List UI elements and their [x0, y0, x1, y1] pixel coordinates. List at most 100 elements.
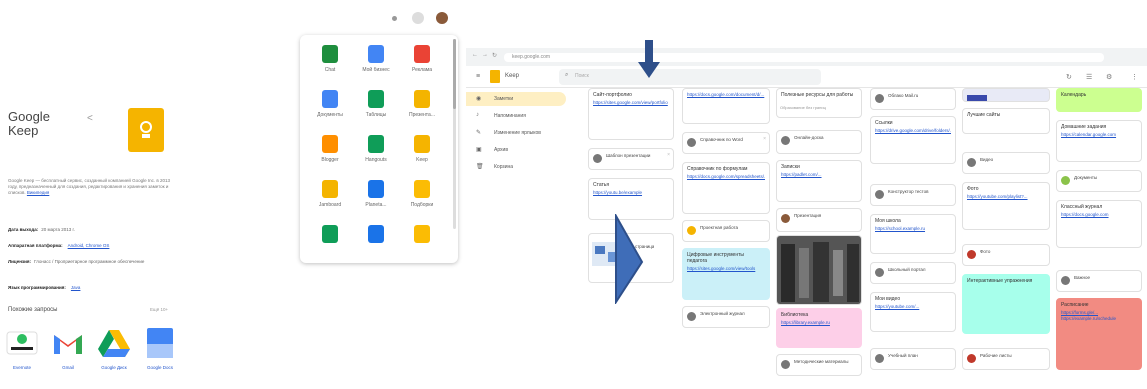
close-icon[interactable]: × — [667, 152, 670, 158]
address-bar[interactable]: keep.google.com — [504, 53, 1104, 62]
related-docs[interactable]: Google Docs — [142, 326, 178, 370]
app-chat[interactable]: Chat — [308, 45, 352, 73]
note-card[interactable]: Рабочие листы — [962, 348, 1050, 370]
search-icon: ⌕ — [565, 72, 569, 78]
search-input[interactable]: ⌕ Поиск — [559, 69, 821, 85]
image-thumb-icon — [781, 214, 790, 223]
app-docs[interactable]: Документы — [308, 90, 352, 118]
settings-icon[interactable] — [392, 16, 397, 21]
note-card[interactable]: Методические материалы — [776, 354, 862, 376]
fact-platform: Аппаратная платформа: Android, Chrome OS — [8, 243, 110, 248]
note-card[interactable]: Лучшие сайты — [962, 108, 1050, 134]
note-card[interactable]: Онлайн-доска — [776, 130, 862, 154]
account-apps-icon[interactable]: ⋮ — [1131, 73, 1138, 81]
app-blogger[interactable]: Blogger — [308, 135, 352, 163]
app-sheets[interactable]: Таблицы — [354, 90, 398, 118]
image-thumb-icon — [1061, 176, 1070, 185]
app-label: Документы — [317, 112, 343, 118]
app-my-business[interactable]: Мой бизнес — [354, 45, 398, 73]
note-card[interactable]: Календарь — [1056, 88, 1142, 112]
menu-icon[interactable]: ≡ — [476, 73, 480, 80]
reload-icon[interactable]: ↻ — [492, 52, 497, 59]
note-card[interactable]: Конструктор тестов — [870, 184, 956, 206]
sidebar-item-notes[interactable]: ◉ Заметки — [466, 92, 566, 106]
app-ads[interactable]: Реклама — [400, 45, 444, 73]
link-icon — [875, 190, 884, 199]
note-card[interactable]: Фото — [962, 244, 1050, 266]
list-view-icon[interactable]: ☰ — [1086, 73, 1092, 81]
note-card[interactable]: Расписание https://forms.gle/... https://e… — [1056, 298, 1142, 370]
note-card[interactable]: Проектная работа — [682, 220, 770, 242]
note-card[interactable]: Облако Mail.ru — [870, 88, 956, 110]
note-card[interactable]: Справочник по Word × — [682, 132, 770, 154]
forward-icon[interactable]: → — [482, 52, 488, 58]
avatar[interactable] — [436, 12, 448, 24]
note-card[interactable]: Моя школа https://school.example.ru — [870, 214, 956, 254]
related-evernote[interactable]: Evernote — [4, 326, 40, 370]
app-hangouts[interactable]: Hangouts — [354, 135, 398, 163]
note-card[interactable]: Школьный портал — [870, 262, 956, 284]
sidebar-item-trash[interactable]: 🗑 Корзина — [466, 160, 566, 174]
app-jamboard[interactable]: Jamboard — [308, 180, 352, 208]
link-icon — [781, 136, 790, 145]
sidebar-item-archive[interactable]: ▣ Архив — [466, 143, 566, 157]
note-card[interactable]: Шаблон презентации × — [588, 148, 674, 170]
related-heading: Похожие запросы — [8, 307, 58, 313]
sidebar-item-edit-labels[interactable]: ✎ Изменение ярлыков — [466, 126, 566, 140]
app-contacts[interactable] — [354, 225, 398, 247]
doc-icon — [687, 226, 696, 235]
hangouts-icon — [368, 135, 384, 153]
note-card[interactable]: Документы — [1056, 170, 1142, 192]
share-icon[interactable]: < — [87, 113, 93, 124]
app-keep[interactable]: Keep — [400, 135, 444, 163]
related-drive[interactable]: Google Диск — [96, 326, 132, 370]
screenshot-collage: Google Keep < Google Keep — бесплатный с… — [0, 0, 1147, 389]
link-icon — [967, 158, 976, 167]
note-card[interactable]: Справочник по формулам https://docs.googl… — [682, 162, 770, 214]
earth-icon — [368, 180, 384, 198]
app-earth[interactable]: Planeta... — [354, 180, 398, 208]
app-slides[interactable]: Презента... — [400, 90, 444, 118]
address-url: keep.google.com — [512, 54, 551, 60]
evernote-icon — [6, 331, 38, 355]
related-gmail[interactable]: Gmail — [50, 326, 86, 370]
note-card[interactable]: Ссылки https://drive.google.com/drive/fol… — [870, 116, 956, 164]
note-card[interactable]: Домашние задания https://calendar.google.… — [1056, 120, 1142, 162]
note-card[interactable]: Учебный план — [870, 348, 956, 370]
app-sites[interactable] — [308, 225, 352, 247]
app-drive[interactable] — [400, 225, 444, 247]
note-card[interactable] — [962, 88, 1050, 102]
note-card[interactable] — [776, 235, 862, 305]
note-card[interactable]: Цифровые инструменты педагога https://sit… — [682, 248, 770, 300]
note-card[interactable]: Библиотека https://library.example.ru — [776, 308, 862, 348]
app-name: Keep — [505, 73, 520, 79]
apps-grid-icon[interactable] — [412, 12, 424, 24]
close-icon[interactable]: × — [763, 136, 766, 142]
note-card[interactable]: https://docs.google.com/document/d/... — [682, 88, 770, 124]
note-card[interactable]: Фото https://youtube.com/playlist?... — [962, 182, 1050, 230]
annotation-arrow-right — [615, 214, 644, 304]
app-collections[interactable]: Подборки — [400, 180, 444, 208]
note-card[interactable]: Важное — [1056, 270, 1142, 292]
note-card[interactable]: Записки https://padlet.com/... — [776, 160, 862, 202]
note-card[interactable]: Классный журнал https://docs.google.com — [1056, 200, 1142, 248]
note-card[interactable]: Видео — [962, 152, 1050, 174]
launcher-scroll-thumb[interactable] — [453, 39, 456, 109]
note-card[interactable]: Электронный журнал — [682, 306, 770, 328]
collections-icon — [414, 180, 430, 198]
note-card[interactable]: Мои видео https://youtube.com/... — [870, 292, 956, 332]
image-thumb-icon — [967, 354, 976, 363]
back-icon[interactable]: ← — [472, 52, 478, 58]
note-card[interactable]: Презентация — [776, 208, 862, 232]
refresh-icon[interactable]: ↻ — [1066, 73, 1072, 81]
sidebar-item-reminders[interactable]: ♪ Напоминания — [466, 109, 566, 123]
related-more-link[interactable]: Ещё 10+ — [150, 307, 168, 312]
wikipedia-link[interactable]: Википедия — [27, 190, 49, 195]
chat-icon — [322, 45, 338, 63]
google-docs-icon — [147, 328, 173, 358]
note-card[interactable]: Интерактивные упражнения — [962, 274, 1050, 334]
note-card[interactable]: Сайт-портфолио https://sites.google.com/v… — [588, 88, 674, 140]
settings-gear-icon[interactable]: ⚙ — [1106, 73, 1112, 81]
link-icon — [593, 154, 602, 163]
link-icon — [781, 360, 790, 369]
